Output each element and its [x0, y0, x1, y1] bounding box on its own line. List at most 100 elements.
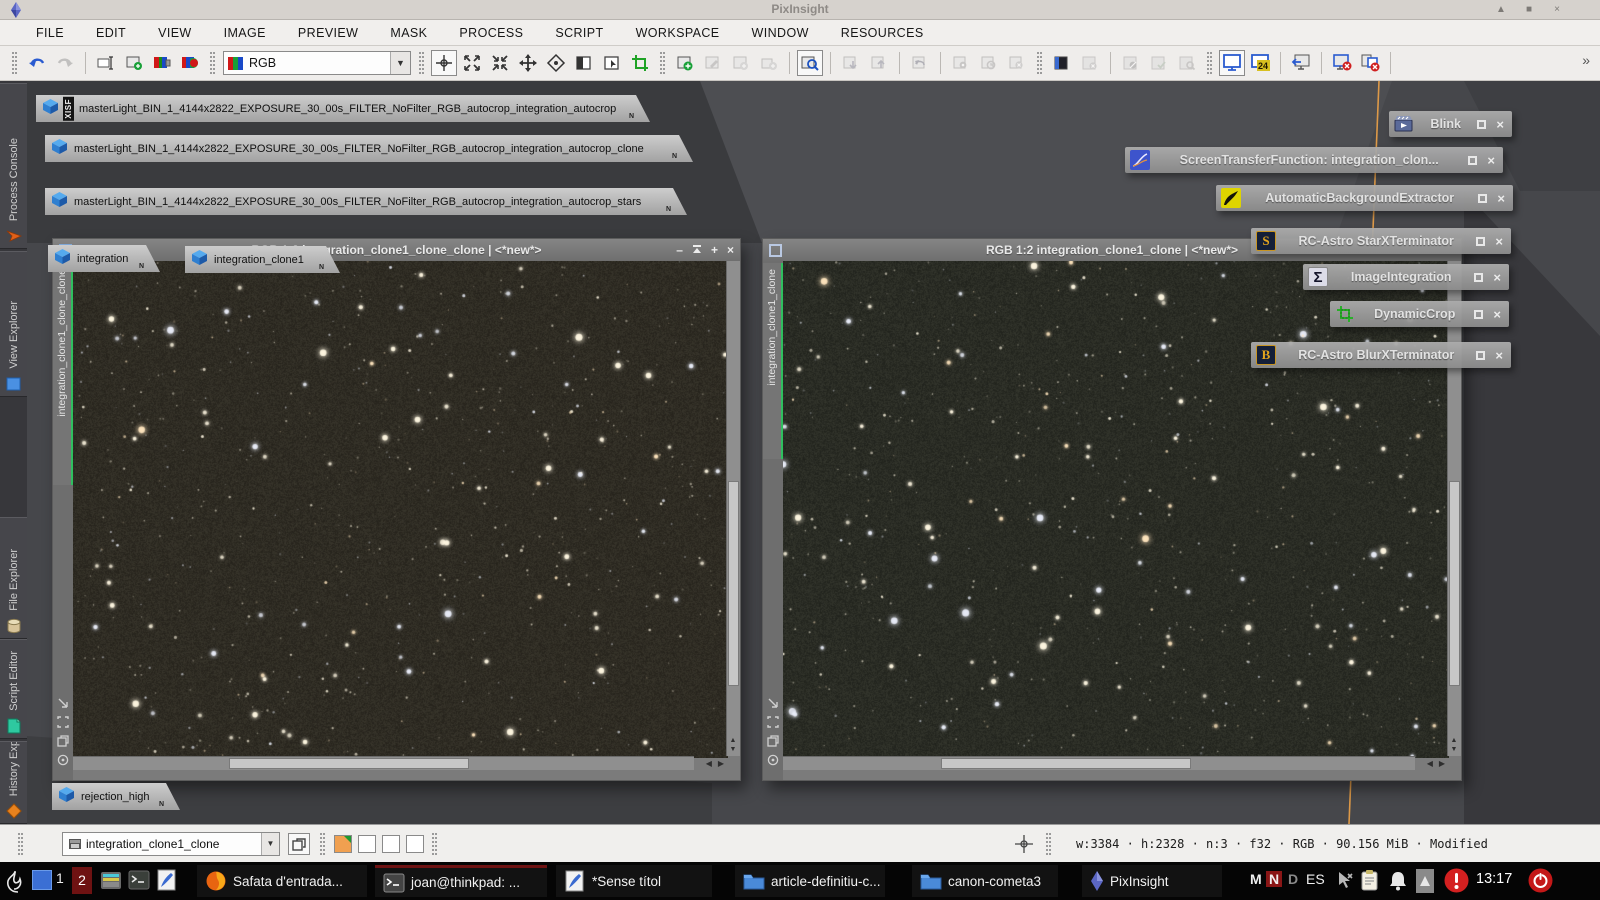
dock-tab-process-console[interactable]: Process Console [0, 83, 27, 249]
menu-resources[interactable]: RESOURCES [825, 22, 940, 44]
process-close-button[interactable]: × [1493, 270, 1501, 285]
readout-corner-icon[interactable] [767, 754, 779, 766]
minimized-window-master-stars[interactable]: masterLight_BIN_1_4144x2822_EXPOSURE_30_… [45, 188, 687, 215]
rgb-channels-icon-button[interactable] [149, 50, 175, 76]
minimized-window-rejection-high[interactable]: rejection_high N [52, 783, 180, 810]
process-restore-button[interactable] [1474, 273, 1483, 282]
process-close-button[interactable]: × [1495, 234, 1503, 249]
dock-tab-file-explorer[interactable]: File Explorer [0, 517, 27, 639]
workspace[interactable]: Process Console View Explorer File Explo… [0, 81, 1600, 824]
remove-mask-button[interactable] [1077, 50, 1103, 76]
toolbar-drag-handle[interactable] [12, 52, 17, 74]
alert-tray-icon[interactable] [1444, 868, 1469, 898]
readout-corner-icon[interactable] [57, 754, 69, 766]
center-image-button[interactable] [543, 50, 569, 76]
task-pixinsight[interactable]: PixInsight [1082, 865, 1222, 897]
pan-mode-button[interactable] [515, 50, 541, 76]
statusbar-drag-handle[interactable] [1046, 833, 1051, 855]
power-button-icon[interactable] [1528, 868, 1553, 898]
zoom-to-fit-button[interactable] [459, 50, 485, 76]
minimized-window-master-autocrop[interactable]: XISF masterLight_BIN_1_4144x2822_EXPOSUR… [36, 95, 650, 122]
new-image-button[interactable] [121, 50, 147, 76]
readout-swatch-color[interactable] [334, 835, 352, 853]
process-close-button[interactable]: × [1496, 117, 1504, 132]
workspace-2-button[interactable]: 2 [72, 867, 92, 894]
close-button[interactable]: × [727, 239, 734, 261]
menu-script[interactable]: SCRIPT [539, 22, 619, 44]
toolbar-overflow-button[interactable]: » [1582, 52, 1590, 68]
clone-preview-button[interactable] [728, 50, 754, 76]
show-mask-overlay-button[interactable] [1174, 50, 1200, 76]
tray-indicator-n[interactable]: N [1266, 871, 1282, 887]
readout-mode-button[interactable] [431, 50, 457, 76]
toolbar-drag-handle[interactable] [1207, 52, 1212, 74]
pan-corner-icon[interactable] [57, 697, 69, 709]
active-view-selector[interactable]: integration_clone1_clone ▼ [62, 832, 280, 856]
duplicate-view-icon[interactable] [767, 735, 779, 747]
process-restore-button[interactable] [1476, 351, 1485, 360]
tray-indicator-d[interactable]: D [1288, 871, 1298, 887]
channel-extract-button[interactable] [177, 50, 203, 76]
new-preview-button[interactable] [672, 50, 698, 76]
menu-workspace[interactable]: WORKSPACE [620, 22, 736, 44]
process-restore-button[interactable] [1476, 237, 1485, 246]
screen-transfer-button[interactable] [1219, 50, 1245, 76]
menu-view[interactable]: VIEW [142, 22, 208, 44]
process-close-button[interactable]: × [1487, 153, 1495, 168]
fit-window-icon[interactable] [57, 716, 69, 728]
image-window-left-titlebar[interactable]: RGB 1:2 integration_clone1_clone_clone |… [53, 239, 740, 261]
process-icon-blurxterminator[interactable]: B RC-Astro BlurXTerminator × [1251, 342, 1511, 368]
starfield-canvas-left[interactable] [73, 261, 728, 758]
titlebar-maximize-button[interactable]: ■ [1522, 4, 1536, 16]
minimized-preview-integration[interactable]: integration N [48, 245, 160, 272]
task-canon-cometa3[interactable]: canon-cometa3 [912, 865, 1058, 897]
tray-indicator-m[interactable]: M [1250, 871, 1262, 887]
menu-preview[interactable]: PREVIEW [282, 22, 374, 44]
keyboard-layout-indicator[interactable]: ES [1306, 871, 1325, 887]
view-mode-button[interactable] [288, 833, 310, 855]
export-image-button[interactable] [866, 50, 892, 76]
horizontal-scrollbar-thumb[interactable] [941, 758, 1191, 769]
menu-edit[interactable]: EDIT [80, 22, 142, 44]
vertical-scrollbar-thumb[interactable] [728, 481, 739, 686]
minimized-window-master-clone[interactable]: masterLight_BIN_1_4144x2822_EXPOSURE_30_… [45, 135, 693, 162]
process-close-button[interactable]: × [1497, 191, 1505, 206]
channel-selector-dropdown[interactable]: ▼ [390, 52, 410, 74]
edit-preview-button[interactable] [700, 50, 726, 76]
menu-process[interactable]: PROCESS [443, 22, 539, 44]
horizontal-scroll-buttons[interactable]: ◀▶ [1427, 756, 1445, 770]
apply-stf-button[interactable] [1288, 50, 1314, 76]
terminal-launcher-icon[interactable] [128, 869, 150, 896]
desktop-pager[interactable] [32, 870, 52, 890]
reset-image-button[interactable] [976, 50, 1002, 76]
image-window-left[interactable]: RGB 1:2 integration_clone1_clone_clone |… [52, 238, 741, 781]
shade-button[interactable] [692, 239, 702, 261]
process-restore-button[interactable] [1468, 156, 1477, 165]
find-preview-button[interactable] [797, 50, 823, 76]
vertical-scrollbar[interactable] [726, 261, 740, 756]
close-image-button[interactable] [1004, 50, 1030, 76]
readout-swatch-1[interactable] [358, 835, 376, 853]
readout-swatch-3[interactable] [406, 835, 424, 853]
invert-mask-button[interactable] [1118, 50, 1144, 76]
image-settings-button[interactable] [948, 50, 974, 76]
vertical-scroll-buttons[interactable]: ▲▼ [1447, 734, 1461, 756]
toolbar-drag-handle[interactable] [419, 52, 424, 74]
process-icon-blink[interactable]: Blink × [1389, 111, 1512, 137]
rename-view-button[interactable] [93, 50, 119, 76]
minimized-preview-integration-clone1[interactable]: integration_clone1 N [185, 246, 340, 273]
process-restore-button[interactable] [1474, 310, 1483, 319]
reset-all-stf-button[interactable] [1357, 50, 1383, 76]
task-joan-thinkpad[interactable]: joan@thinkpad: ... [375, 865, 547, 897]
clipboard-tray-icon[interactable] [1360, 869, 1380, 897]
starfield-canvas-right[interactable] [783, 261, 1449, 758]
enable-mask-button[interactable] [1146, 50, 1172, 76]
active-view-dropdown[interactable]: ▼ [261, 833, 279, 855]
process-restore-button[interactable] [1478, 194, 1487, 203]
notifications-bell-tray-icon[interactable] [1388, 870, 1408, 896]
statusbar-drag-handle[interactable] [320, 833, 325, 855]
view-side-tab-left[interactable]: integration_clone1_clone_clone [53, 263, 73, 485]
zoom-in-mode-button[interactable] [487, 50, 513, 76]
vertical-scrollbar[interactable] [1447, 261, 1461, 756]
toolbar-drag-handle[interactable] [1037, 52, 1042, 74]
